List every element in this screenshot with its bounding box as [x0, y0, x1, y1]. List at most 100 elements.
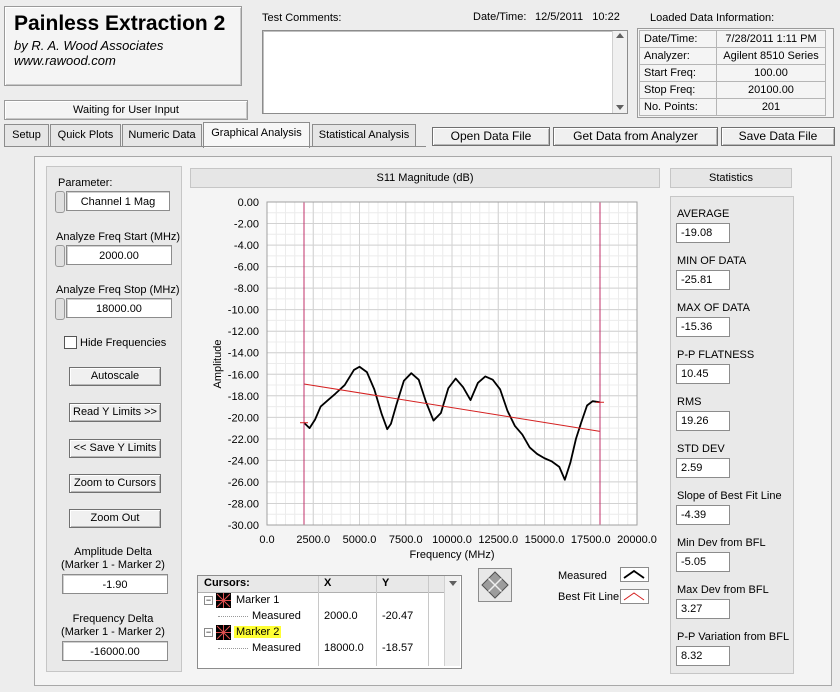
test-comments-field[interactable] — [262, 30, 628, 114]
measured-point — [558, 466, 560, 468]
legend-bfl-swatch[interactable] — [620, 589, 649, 604]
y-tick-label: -14.00 — [228, 348, 259, 360]
x-tick-label: 7500.0 — [389, 534, 423, 546]
get-data-button[interactable]: Get Data from Analyzer — [553, 127, 718, 146]
parameter-select[interactable]: Channel 1 Mag — [66, 191, 170, 211]
measured-point — [314, 418, 316, 421]
parameter-spinner[interactable] — [55, 191, 65, 213]
marker2-name[interactable]: Marker 2 — [234, 626, 282, 638]
tab-numeric-data[interactable]: Numeric Data — [122, 124, 202, 146]
loaded-info-value: Agilent 8510 Series — [716, 47, 826, 65]
measured-point — [327, 399, 329, 401]
measured-point — [580, 421, 583, 423]
legend-bfl-label: Best Fit Line — [558, 591, 620, 603]
loaded-info-label: Analyzer: — [639, 47, 717, 65]
marker2-expand-icon[interactable]: − — [204, 628, 213, 637]
measured-point — [484, 375, 486, 378]
stat-value: -15.36 — [676, 317, 730, 337]
measured-point — [353, 369, 355, 371]
stat-label: P-P Variation from BFL — [677, 631, 790, 643]
marker1-expand-icon[interactable]: − — [204, 596, 213, 605]
measured-point — [373, 388, 375, 390]
measured-point — [358, 366, 361, 368]
chart-area[interactable]: 0.00 -2.00 -4.00 -6.00 -8.00 -10.00 -12.00 -14.… — [190, 190, 660, 562]
scroll-down-icon[interactable] — [616, 105, 624, 110]
app-title: Painless Extraction 2 — [14, 12, 226, 35]
status-text: Waiting for User Input — [73, 104, 179, 116]
loaded-info-label: Date/Time: — [639, 30, 717, 48]
zoom-to-cursors-button[interactable]: Zoom to Cursors — [69, 474, 161, 493]
loaded-info-row: Stop Freq: 20100.00 — [639, 81, 826, 99]
marker1-name[interactable]: Marker 1 — [236, 594, 279, 606]
stat-value: 8.32 — [676, 646, 730, 666]
scroll-up-icon[interactable] — [616, 33, 624, 38]
comments-scrollbar[interactable] — [612, 31, 627, 113]
stat-value: -4.39 — [676, 505, 730, 525]
measured-point — [425, 401, 427, 403]
save-y-limits-button[interactable]: << Save Y Limits — [69, 439, 161, 458]
freq-stop-label: Analyze Freq Stop (MHz) — [56, 284, 180, 296]
freq-start-spinner[interactable] — [55, 245, 65, 267]
freq-stop-spinner[interactable] — [55, 298, 65, 320]
chart-grid — [266, 201, 638, 526]
measured-point — [390, 423, 392, 425]
freq-delta-label-1: Frequency Delta — [72, 613, 154, 625]
autoscale-button[interactable]: Autoscale — [69, 367, 161, 386]
test-comments-label: Test Comments: — [262, 12, 342, 24]
stat-label: Max Dev from BFL — [677, 584, 769, 596]
tab-graphical-analysis[interactable]: Graphical Analysis — [203, 122, 310, 148]
parameter-label: Parameter: — [58, 177, 113, 189]
measured-point — [320, 405, 322, 408]
measured-point — [455, 377, 457, 380]
y-tick-label: -20.00 — [228, 412, 259, 424]
measured-point — [410, 372, 412, 374]
tab-quick-plots[interactable]: Quick Plots — [50, 124, 121, 146]
legend-measured-swatch[interactable] — [620, 567, 649, 582]
x-tick-label: 12500.0 — [478, 534, 518, 546]
loaded-info-label: Start Freq: — [639, 64, 717, 82]
x-tick-label: 5000.0 — [343, 534, 377, 546]
cursors-scrollbar[interactable] — [444, 576, 460, 666]
stat-label: STD DEV — [677, 443, 725, 455]
graph-pan-tool-icon[interactable] — [478, 568, 512, 602]
y-tick-label: -28.00 — [228, 498, 259, 510]
stat-value: 3.27 — [676, 599, 730, 619]
stat-label: AVERAGE — [677, 208, 730, 220]
marker1-y: -20.47 — [382, 610, 414, 622]
read-y-limits-button[interactable]: Read Y Limits >> — [69, 403, 161, 422]
legend-measured-label: Measured — [558, 570, 607, 582]
freq-start-label: Analyze Freq Start (MHz) — [56, 231, 181, 243]
measured-point — [569, 461, 571, 464]
x-axis-label: Frequency (MHz) — [410, 549, 495, 561]
measured-point — [366, 371, 368, 373]
measured-point — [447, 387, 449, 389]
chart-title-bar: S11 Magnitude (dB) — [190, 168, 660, 188]
tab-statistical-analysis[interactable]: Statistical Analysis — [312, 124, 416, 146]
y-tick-label: -2.00 — [234, 219, 259, 231]
app-subtitle: by R. A. Wood Associates — [14, 38, 164, 53]
freq-stop-input[interactable]: 18000.00 — [66, 298, 172, 318]
loaded-info-row: Date/Time: 7/28/2011 1:11 PM — [639, 30, 826, 48]
stat-label: Slope of Best Fit Line — [677, 490, 782, 502]
marker1-sub-label: Measured — [252, 610, 301, 622]
open-data-file-button[interactable]: Open Data File — [432, 127, 550, 146]
y-tick-label: -12.00 — [228, 326, 259, 338]
stat-value: 10.45 — [676, 364, 730, 384]
tab-setup[interactable]: Setup — [4, 124, 49, 146]
stat-value: -25.81 — [676, 270, 730, 290]
measured-point — [536, 453, 538, 455]
freq-start-input[interactable]: 2000.00 — [66, 245, 172, 265]
cursors-col-divider-2 — [376, 576, 377, 666]
app-url: www.rawood.com — [14, 53, 116, 68]
measured-point — [564, 479, 566, 481]
zoom-out-button[interactable]: Zoom Out — [69, 509, 161, 528]
hide-frequencies-checkbox[interactable] — [64, 336, 77, 349]
measured-point — [381, 413, 383, 415]
cursors-col-y-label: Y — [382, 577, 390, 589]
cursors-scroll-down-icon[interactable] — [449, 581, 457, 586]
stat-value: -19.08 — [676, 223, 730, 243]
hide-frequencies-label: Hide Frequencies — [80, 337, 167, 349]
measured-point — [506, 410, 509, 412]
amp-delta-label-1: Amplitude Delta — [74, 546, 152, 558]
save-data-file-button[interactable]: Save Data File — [721, 127, 835, 146]
